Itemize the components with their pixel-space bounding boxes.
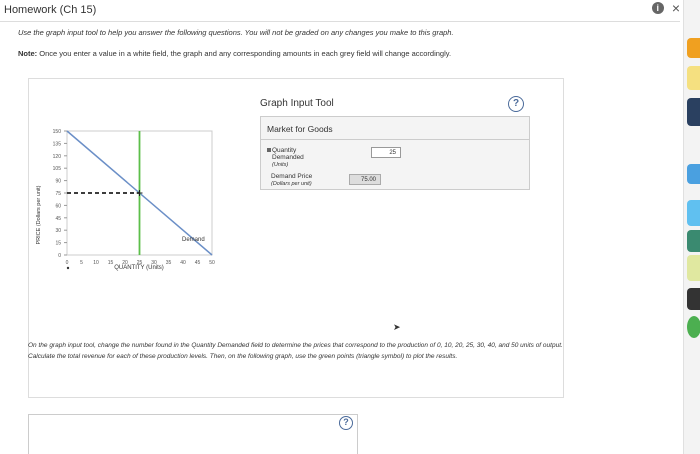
note-body: Once you enter a value in a white field,… [39,49,452,58]
x-tick-label: 20 [122,260,128,266]
info-icon[interactable]: i [651,2,664,14]
quantity-label-2: Demanded [272,154,304,161]
y-tick-label: 15 [55,241,61,247]
square-icon [267,148,271,152]
y-tick-label: 45 [55,216,61,222]
x-tick-label: 45 [195,260,201,266]
x-tick-label: 30 [151,260,157,266]
side-tab-lime[interactable] [687,255,700,281]
price-label-group: Demand Price (Dollars per unit) [271,173,312,188]
side-tab-orange[interactable] [687,38,700,58]
quantity-label: Quantity [272,147,297,154]
divider [261,139,529,140]
x-tick-label: 25 [137,260,143,266]
y-tick-label: 105 [53,166,62,172]
x-tick-label: 15 [108,260,114,266]
note-text: Note: Once you enter a value in a white … [18,49,451,58]
price-label: Demand Price [271,173,313,180]
demand-label: Demand [182,237,205,243]
side-toolbar [683,0,700,454]
question-text: On the graph input tool, change the numb… [28,342,563,360]
x-tick-label: 40 [180,260,186,266]
side-tab-navy[interactable] [687,98,700,126]
price-unit: (Dollars per unit) [271,181,312,187]
market-label: Market for Goods [267,124,333,134]
x-tick-label: 0 [66,260,69,266]
quantity-unit: (Units) [272,162,289,168]
side-tab-yellow[interactable] [687,66,700,90]
side-tab-circle[interactable] [687,316,700,338]
side-tab-lightblue[interactable] [687,200,700,226]
demand-price-field: 75.00 [349,174,381,185]
x-tick-label: 35 [166,260,172,266]
side-tab-dark[interactable] [687,288,700,310]
graph-input-tool-title: Graph Input Tool [260,98,334,109]
second-graph-panel [28,414,358,454]
y-tick-label: 0 [58,253,61,259]
quantity-demanded-input[interactable]: 25 [371,147,401,158]
chart-dot [66,266,70,270]
page-title: Homework (Ch 15) [4,4,97,16]
graph-input-tool-box: Market for Goods Quantity Demanded (Unit… [260,116,530,190]
side-tab-green[interactable] [687,230,700,252]
y-axis-label: PRICE (Dollars per unit) [36,185,42,244]
y-tick-label: 30 [55,228,61,234]
y-tick-label: 135 [53,141,62,147]
x-tick-label: 10 [93,260,99,266]
y-tick-label: 150 [53,129,62,135]
side-tab-blue[interactable] [687,164,700,184]
y-tick-label: 60 [55,203,61,209]
mouse-cursor-icon: ➤ [393,322,401,332]
x-tick-label: 50 [209,260,215,266]
x-tick-label: 5 [80,260,83,266]
second-help-icon[interactable]: ? [339,416,353,430]
quantity-label-group: Quantity Demanded (Units) [267,147,304,169]
demand-chart[interactable]: PRICE (Dollars per unit) QUANTITY (Units… [30,120,220,300]
y-tick-label: 75 [55,191,61,197]
y-tick-label: 90 [55,179,61,185]
close-icon[interactable]: × [672,1,680,15]
y-tick-label: 120 [53,154,62,160]
help-icon[interactable]: ? [508,96,524,112]
title-bar: Homework (Ch 15) i × [0,0,680,22]
homework-page: { "header": { "title": "Homework (Ch 15)… [0,0,700,454]
instructions-text: Use the graph input tool to help you ans… [18,28,454,37]
note-label: Note: [18,49,38,58]
